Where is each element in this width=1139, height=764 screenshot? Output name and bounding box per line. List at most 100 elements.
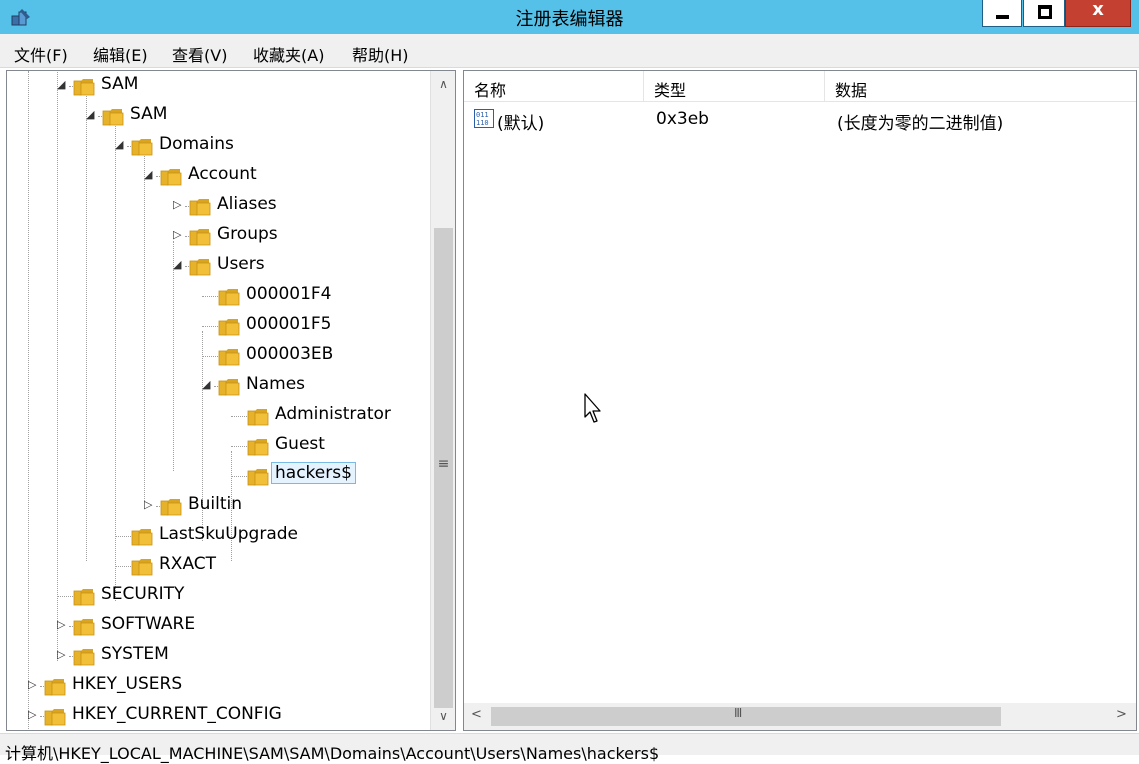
column-header-data[interactable]: 数据 [825, 71, 1136, 102]
expand-arrow-icon[interactable]: ▷ [57, 648, 69, 661]
folder-icon [131, 137, 153, 156]
tree-item-label[interactable]: HKEY_USERS [72, 674, 182, 694]
tree-item-label[interactable]: SAM [130, 104, 167, 124]
expand-arrow-icon[interactable]: ▷ [173, 228, 185, 241]
collapse-arrow-icon[interactable]: ◢ [173, 258, 185, 271]
menu-help[interactable]: 帮助(H) [352, 42, 409, 66]
tree-item-label[interactable]: SYSTEM [101, 644, 169, 664]
tree-item-label[interactable]: SOFTWARE [101, 614, 195, 634]
menu-view[interactable]: 查看(V) [172, 42, 227, 66]
tree-item-label[interactable]: Guest [275, 434, 325, 454]
expand-arrow-icon[interactable]: ▷ [144, 498, 156, 511]
tree-item[interactable]: 000001F5 [7, 311, 427, 341]
column-header-name[interactable]: 名称 [464, 71, 644, 102]
menu-edit[interactable]: 编辑(E) [93, 42, 148, 66]
folder-icon [218, 317, 240, 336]
tree-item[interactable]: ▷ Groups [7, 221, 427, 251]
folder-icon [131, 527, 153, 546]
tree-item[interactable]: hackers$ [7, 461, 427, 491]
tree-item[interactable]: ▷ SYSTEM [7, 641, 427, 671]
tree-item-label[interactable]: Builtin [188, 494, 242, 514]
tree-item-label[interactable]: SECURITY [101, 584, 184, 604]
tree-item[interactable]: Guest [7, 431, 427, 461]
scroll-down-icon[interactable]: ∨ [431, 709, 455, 723]
scroll-up-icon[interactable]: ∧ [431, 77, 455, 91]
value-data: (长度为零的二进制值) [837, 114, 1004, 134]
tree-item[interactable]: ▷ SOFTWARE [7, 611, 427, 641]
expand-arrow-icon[interactable]: ▷ [57, 618, 69, 631]
close-button[interactable]: x [1065, 0, 1131, 27]
tree-item[interactable]: ◢ SAM [7, 71, 427, 101]
column-header-type[interactable]: 类型 [644, 71, 825, 102]
tree-connector [202, 356, 218, 357]
tree-connector [202, 326, 218, 327]
tree-item[interactable]: LastSkuUpgrade [7, 521, 427, 551]
scroll-right-icon[interactable]: > [1109, 707, 1134, 722]
tree-item-label[interactable]: 000003EB [246, 344, 333, 364]
expand-arrow-icon[interactable]: ▷ [28, 708, 40, 721]
minimize-button[interactable] [982, 0, 1022, 27]
tree-item[interactable]: ▷ HKEY_CURRENT_CONFIG [7, 701, 427, 730]
tree-item[interactable]: ▷ HKEY_USERS [7, 671, 427, 701]
folder-icon [73, 77, 95, 96]
tree-item[interactable]: ◢ Domains [7, 131, 427, 161]
maximize-button[interactable] [1023, 0, 1065, 27]
status-path: 计算机\HKEY_LOCAL_MACHINE\SAM\SAM\Domains\A… [5, 744, 660, 763]
tree-item-label[interactable]: Account [188, 164, 257, 184]
collapse-arrow-icon[interactable]: ◢ [86, 108, 98, 121]
scroll-thumb[interactable] [491, 707, 1001, 726]
tree-item[interactable]: 000003EB [7, 341, 427, 371]
tree-item-label[interactable]: SAM [101, 74, 138, 94]
tree-item[interactable]: ◢ Account [7, 161, 427, 191]
tree-item[interactable]: 000001F4 [7, 281, 427, 311]
tree-item-label[interactable]: Groups [217, 224, 278, 244]
tree-item[interactable]: RXACT [7, 551, 427, 581]
tree-item-label[interactable]: HKEY_CURRENT_CONFIG [72, 704, 282, 724]
list-horizontal-scrollbar[interactable]: < Ⅲ > [464, 703, 1136, 730]
folder-icon [73, 647, 95, 666]
folder-icon [247, 437, 269, 456]
tree-item-label[interactable]: Aliases [217, 194, 277, 214]
tree-item-label[interactable]: Names [246, 374, 305, 394]
tree-item[interactable]: ▷ Builtin [7, 491, 427, 521]
tree-item[interactable]: ◢ Names [7, 371, 427, 401]
collapse-arrow-icon[interactable]: ◢ [115, 138, 127, 151]
tree-item[interactable]: ◢ SAM [7, 101, 427, 131]
value-name: (默认) [497, 114, 545, 134]
folder-icon [189, 257, 211, 276]
tree-connector [231, 416, 247, 417]
tree-item-label[interactable]: hackers$ [271, 462, 356, 484]
close-icon: x [1092, 0, 1104, 20]
expand-arrow-icon[interactable]: ▷ [28, 678, 40, 691]
svg-text:011: 011 [476, 111, 489, 119]
tree-item-label[interactable]: Domains [159, 134, 234, 154]
menu-bar: 文件(F) 编辑(E) 查看(V) 收藏夹(A) 帮助(H) [0, 34, 1139, 68]
menu-file[interactable]: 文件(F) [14, 42, 68, 66]
tree-connector [231, 446, 247, 447]
collapse-arrow-icon[interactable]: ◢ [144, 168, 156, 181]
folder-icon [44, 677, 66, 696]
menu-favorites[interactable]: 收藏夹(A) [253, 42, 324, 66]
tree-item-label[interactable]: 000001F5 [246, 314, 332, 334]
value-list[interactable]: 名称 类型 数据 011 110 (默认) 0x3eb (长度为零的二进制值) … [463, 70, 1137, 731]
tree-item-label[interactable]: Users [217, 254, 265, 274]
collapse-arrow-icon[interactable]: ◢ [57, 78, 69, 91]
tree-item[interactable]: Administrator [7, 401, 427, 431]
scroll-grip-icon: ≡ [437, 456, 450, 472]
value-row[interactable]: 011 110 (默认) 0x3eb (长度为零的二进制值) [464, 106, 1136, 134]
value-type: 0x3eb [656, 109, 709, 129]
tree-item-label[interactable]: Administrator [275, 404, 391, 424]
tree-item[interactable]: ◢ Users [7, 251, 427, 281]
tree-item[interactable]: ▷ Aliases [7, 191, 427, 221]
tree-item-label[interactable]: LastSkuUpgrade [159, 524, 298, 544]
tree-item-label[interactable]: RXACT [159, 554, 216, 574]
tree-item[interactable]: SECURITY [7, 581, 427, 611]
scroll-left-icon[interactable]: < [464, 707, 489, 722]
registry-tree[interactable]: ◢ SAM ◢ SAM ◢ Domains ◢ Account ▷ Aliases ▷ Groups ◢… [6, 70, 456, 731]
folder-icon [189, 197, 211, 216]
collapse-arrow-icon[interactable]: ◢ [202, 378, 214, 391]
tree-item-label[interactable]: 000001F4 [246, 284, 332, 304]
tree-connector [115, 536, 131, 537]
tree-vertical-scrollbar[interactable]: ∧ ≡ ∨ [430, 71, 455, 730]
expand-arrow-icon[interactable]: ▷ [173, 198, 185, 211]
